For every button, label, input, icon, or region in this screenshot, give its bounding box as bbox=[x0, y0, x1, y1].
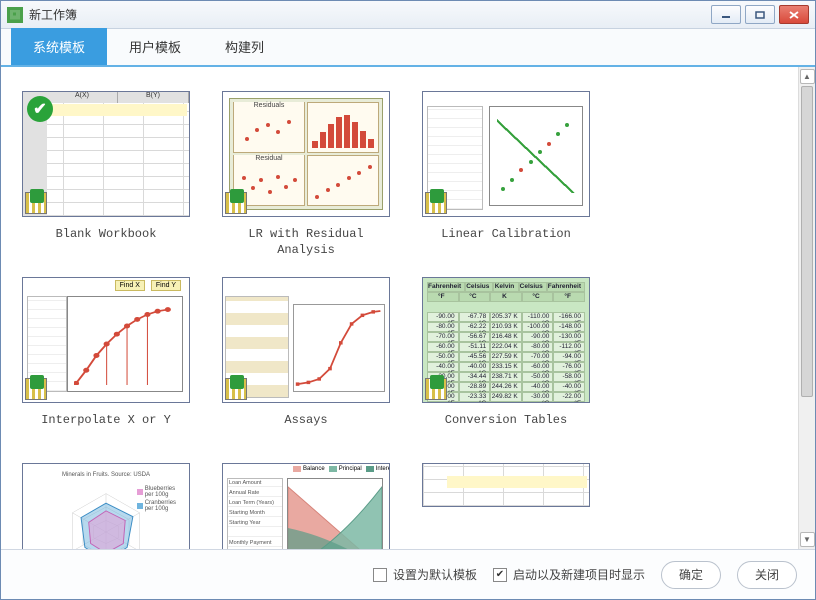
close-icon bbox=[789, 11, 799, 19]
checkbox-set-default[interactable]: 设置为默认模板 bbox=[373, 566, 477, 583]
checkbox-show-on-start[interactable]: ✔ 启动以及新建项目时显示 bbox=[493, 566, 645, 583]
content-area: A(X) B(Y) ✔ Blank Workbook Residuals bbox=[1, 67, 815, 549]
checkbox-icon bbox=[373, 568, 387, 582]
worksheet-icon bbox=[425, 378, 447, 400]
app-icon bbox=[7, 7, 23, 23]
template-blank-workbook[interactable]: A(X) B(Y) ✔ Blank Workbook bbox=[21, 91, 191, 259]
template-interpolate[interactable]: Find X Find Y bbox=[21, 277, 191, 445]
close-window-button[interactable] bbox=[779, 5, 809, 24]
radar-title: Minerals in Fruits. Source: USDA bbox=[23, 472, 189, 478]
vertical-scrollbar[interactable]: ▲ ▼ bbox=[798, 67, 815, 549]
plot-title: Residual bbox=[234, 155, 304, 162]
template-conversion-tables[interactable]: Fahrenheit Celsius Kelvin Celsius Fahren… bbox=[421, 277, 591, 445]
checkbox-label: 设置为默认模板 bbox=[393, 566, 477, 583]
scrollbar-thumb[interactable] bbox=[801, 86, 813, 397]
template-caption: Assays bbox=[284, 413, 327, 445]
template-assays[interactable]: Assays bbox=[221, 277, 391, 445]
close-button[interactable]: 关闭 bbox=[737, 561, 797, 589]
col-header: B(Y) bbox=[118, 92, 189, 103]
scrollbar-track[interactable] bbox=[799, 86, 815, 530]
checkbox-label: 启动以及新建项目时显示 bbox=[513, 566, 645, 583]
template-caption: LR with Residual Analysis bbox=[221, 227, 391, 259]
minimize-button[interactable] bbox=[711, 5, 741, 24]
template-radar[interactable]: Minerals in Fruits. Source: USDA bbox=[21, 463, 191, 549]
worksheet-icon bbox=[25, 378, 47, 400]
tab-construct-column[interactable]: 构建列 bbox=[203, 28, 286, 65]
minimize-icon bbox=[721, 11, 731, 19]
titlebar: 新工作簿 bbox=[1, 1, 815, 29]
template-caption: Interpolate X or Y bbox=[41, 413, 171, 445]
tab-system-templates[interactable]: 系统模板 bbox=[11, 28, 107, 65]
template-partial-1[interactable] bbox=[421, 463, 591, 549]
worksheet-icon bbox=[225, 378, 247, 400]
interp-findx: Find X bbox=[115, 280, 145, 291]
maximize-button[interactable] bbox=[745, 5, 775, 24]
worksheet-icon bbox=[25, 192, 47, 214]
interp-findy: Find Y bbox=[151, 280, 181, 291]
maximize-icon bbox=[755, 11, 765, 19]
checkbox-icon: ✔ bbox=[493, 568, 507, 582]
scroll-down-button[interactable]: ▼ bbox=[800, 532, 815, 547]
template-loan-calculator[interactable]: Balance Principal Interest Loan AmountAn… bbox=[221, 463, 391, 549]
template-caption: Linear Calibration bbox=[441, 227, 571, 259]
template-caption: Conversion Tables bbox=[445, 413, 567, 445]
check-icon: ✔ bbox=[27, 96, 53, 122]
template-linear-calibration[interactable]: Linear Calibration bbox=[421, 91, 591, 259]
worksheet-icon bbox=[225, 192, 247, 214]
template-lr-residual[interactable]: Residuals bbox=[221, 91, 391, 259]
tabbar: 系统模板 用户模板 构建列 bbox=[1, 29, 815, 67]
tab-user-templates[interactable]: 用户模板 bbox=[107, 28, 203, 65]
ok-button[interactable]: 确定 bbox=[661, 561, 721, 589]
footer: 设置为默认模板 ✔ 启动以及新建项目时显示 确定 关闭 bbox=[1, 549, 815, 599]
worksheet-icon bbox=[425, 192, 447, 214]
dialog-window: 新工作簿 系统模板 用户模板 构建列 bbox=[0, 0, 816, 600]
template-gallery: A(X) B(Y) ✔ Blank Workbook Residuals bbox=[1, 67, 798, 549]
window-title: 新工作簿 bbox=[29, 6, 77, 23]
col-header: A(X) bbox=[47, 92, 118, 103]
plot-title: Residuals bbox=[234, 102, 304, 109]
scroll-up-button[interactable]: ▲ bbox=[800, 69, 815, 84]
template-caption: Blank Workbook bbox=[56, 227, 157, 259]
